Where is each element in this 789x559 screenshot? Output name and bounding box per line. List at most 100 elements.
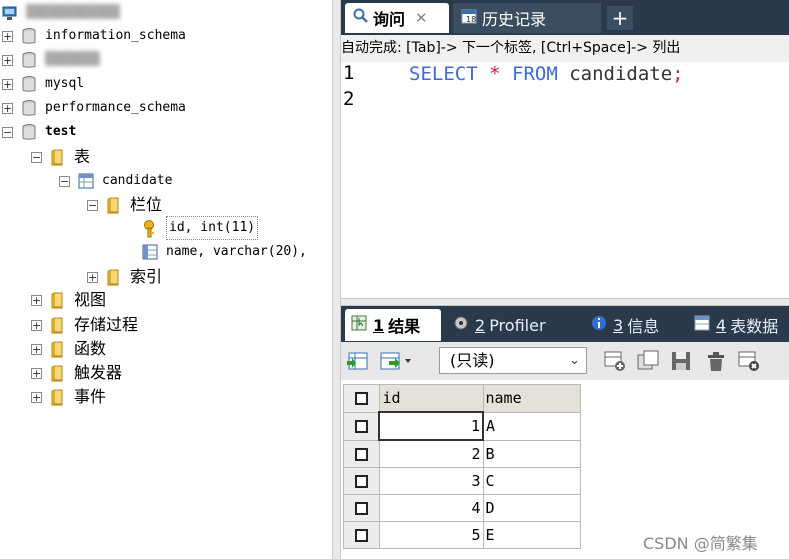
tab-history[interactable]: 18 历史记录: [453, 3, 601, 33]
result-toolbar: (只读) ⌄: [341, 342, 789, 380]
tree-folder-events[interactable]: + 事件: [31, 386, 106, 408]
folder-icon: [50, 149, 66, 166]
tree-folder-tables[interactable]: − 表: [31, 146, 90, 168]
table-data-icon: [694, 315, 710, 335]
tab-profiler[interactable]: 2 Profiler: [453, 309, 546, 341]
cell-name[interactable]: D: [482, 494, 581, 522]
folder-icon: [106, 197, 122, 214]
row-checkbox[interactable]: [343, 439, 380, 468]
result-grid-icon: [351, 315, 367, 335]
expand-icon[interactable]: +: [31, 319, 42, 331]
tree-connection-node[interactable]: ▒▒▒▒▒▒▒▒▒▒▒▒: [2, 2, 120, 24]
cell-name[interactable]: C: [482, 467, 581, 495]
expand-icon[interactable]: +: [2, 78, 13, 90]
table-row[interactable]: 4 D: [343, 494, 581, 522]
readonly-select[interactable]: (只读) ⌄: [439, 347, 587, 374]
delete-icon[interactable]: [704, 349, 728, 373]
checkbox-icon: [354, 420, 368, 433]
add-row-icon[interactable]: [603, 349, 627, 373]
tab-table-data-label: 表数据: [730, 317, 779, 336]
export-dropdown-icon[interactable]: [379, 349, 423, 373]
expand-icon[interactable]: +: [2, 30, 13, 42]
database-icon: [21, 76, 37, 92]
expand-icon[interactable]: +: [31, 391, 42, 403]
select-all-checkbox[interactable]: [343, 384, 380, 413]
tree-table-candidate[interactable]: − candidate: [59, 170, 172, 192]
sql-editor[interactable]: 1 2 SELECT * FROM candidate;: [341, 62, 789, 298]
expand-icon[interactable]: +: [31, 294, 42, 306]
cell-id[interactable]: 5: [378, 521, 484, 549]
collapse-icon[interactable]: −: [59, 175, 70, 187]
cell-name[interactable]: B: [482, 439, 581, 468]
tab-result[interactable]: 1 结果: [345, 309, 441, 341]
table-row[interactable]: 2 B: [343, 439, 581, 468]
tree-folder-views[interactable]: + 视图: [31, 289, 106, 311]
collapse-icon[interactable]: −: [31, 151, 42, 163]
tree-folder-columns[interactable]: − 栏位: [87, 194, 162, 216]
expand-icon[interactable]: +: [31, 367, 42, 379]
editor-tab-bar: 询问 ✕ 18 历史记录 +: [341, 0, 789, 35]
row-checkbox[interactable]: [343, 467, 380, 495]
tab-info[interactable]: 3 信息: [591, 309, 659, 341]
folder-label: 存储过程: [74, 315, 139, 334]
table-row[interactable]: 3 C: [343, 467, 581, 495]
new-tab-button[interactable]: +: [607, 6, 633, 30]
expand-icon[interactable]: +: [87, 271, 98, 283]
database-icon: [21, 100, 37, 116]
tree-folder-procedures[interactable]: + 存储过程: [31, 314, 138, 336]
column-header-name[interactable]: name: [482, 384, 581, 413]
tree-column-name[interactable]: name, varchar(20),: [142, 241, 307, 263]
tree-db-mysql[interactable]: + mysql: [2, 73, 84, 95]
tree-folder-functions[interactable]: + 函数: [31, 338, 106, 360]
folder-icon: [50, 389, 66, 406]
cell-id[interactable]: 2: [378, 439, 484, 468]
collapse-icon[interactable]: −: [2, 126, 13, 138]
tree-folder-indexes[interactable]: + 索引: [87, 266, 162, 288]
database-icon: [21, 52, 37, 68]
tab-table-data[interactable]: 4 表数据: [694, 309, 778, 341]
collapse-icon[interactable]: −: [87, 199, 98, 211]
column-label: name, varchar(20),: [166, 244, 307, 259]
plus-icon: +: [611, 6, 629, 30]
tree-folder-triggers[interactable]: + 触发器: [31, 362, 122, 384]
expand-icon[interactable]: +: [2, 102, 13, 114]
expand-icon[interactable]: +: [31, 343, 42, 355]
duplicate-row-icon[interactable]: [636, 349, 660, 373]
tab-table-data-number: 4: [716, 315, 727, 335]
object-browser-tree: ▒▒▒▒▒▒▒▒▒▒▒▒ + information_schema + ▒▒▒▒…: [0, 0, 332, 559]
tree-db-performance-schema[interactable]: + performance_schema: [2, 97, 186, 119]
cancel-changes-icon[interactable]: [737, 349, 761, 373]
tab-query[interactable]: 询问 ✕: [345, 3, 449, 33]
tree-column-id[interactable]: id, int(11): [142, 216, 259, 240]
sql-line-1[interactable]: SELECT * FROM candidate;: [409, 62, 684, 86]
tab-info-label: 信息: [627, 317, 660, 336]
cell-id[interactable]: 3: [378, 467, 484, 495]
folder-icon: [106, 269, 122, 286]
horizontal-splitter[interactable]: [341, 298, 789, 306]
line-number: 2: [343, 88, 355, 110]
column-header-id[interactable]: id: [378, 384, 484, 413]
save-icon[interactable]: [669, 349, 693, 373]
cell-name[interactable]: E: [482, 521, 581, 549]
readonly-select-value: (只读): [450, 351, 495, 370]
table-row[interactable]: 1 A: [343, 411, 581, 441]
tree-db-information-schema[interactable]: + information_schema: [2, 25, 186, 47]
close-icon[interactable]: ✕: [415, 9, 428, 27]
profiler-icon: [453, 315, 469, 335]
row-checkbox[interactable]: [343, 521, 380, 549]
tree-db-test[interactable]: − test: [2, 121, 76, 143]
checkbox-icon: [354, 475, 368, 488]
table-header-row: id name: [343, 384, 581, 413]
row-checkbox[interactable]: [343, 411, 380, 441]
tree-db-obscured[interactable]: + ▒▒▒▒▒▒▒: [2, 49, 100, 71]
expand-icon[interactable]: +: [2, 54, 13, 66]
table-row[interactable]: 5 E: [343, 521, 581, 549]
cell-name[interactable]: A: [482, 411, 581, 441]
cell-id[interactable]: 4: [378, 494, 484, 522]
cell-id[interactable]: 1: [378, 411, 484, 441]
folder-label: 函数: [74, 339, 107, 358]
grid-view-icon[interactable]: [347, 349, 371, 373]
result-tab-bar: 1 结果 2 Profiler 3 信息 4 表数据: [341, 306, 789, 342]
vertical-splitter[interactable]: [332, 0, 341, 559]
row-checkbox[interactable]: [343, 494, 380, 522]
